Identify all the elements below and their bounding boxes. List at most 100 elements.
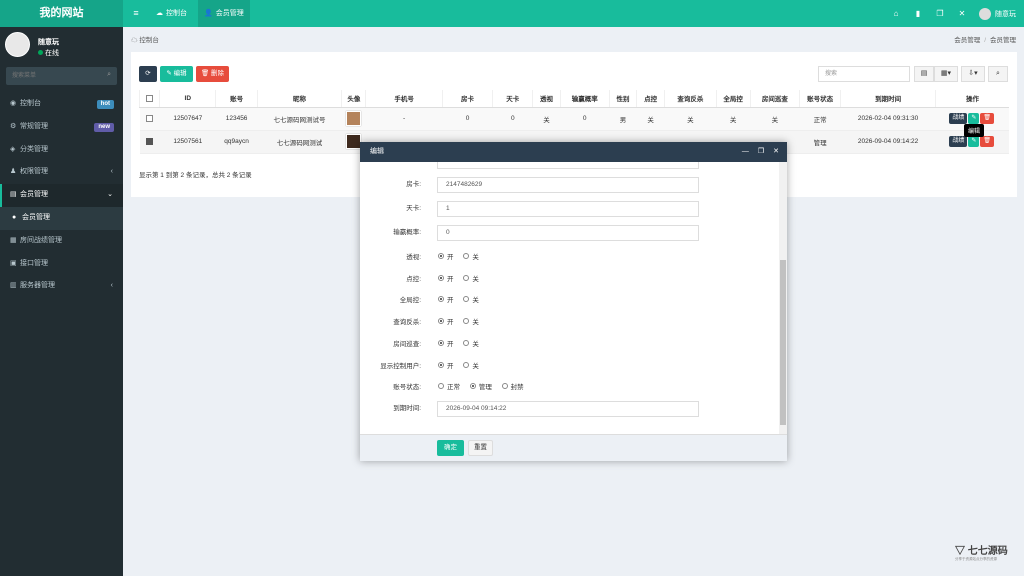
radio-option-on[interactable]: 开 <box>438 253 454 261</box>
minimize-icon[interactable]: — <box>742 142 749 162</box>
avatar[interactable] <box>346 111 362 126</box>
radio-option-off[interactable]: 关 <box>463 362 479 370</box>
radio-button[interactable] <box>438 362 444 369</box>
radio-option-admin[interactable]: 管理 <box>469 383 492 391</box>
win-rate-input[interactable]: 0 <box>437 225 699 241</box>
column-header[interactable]: 透视 <box>532 90 561 108</box>
row-checkbox[interactable] <box>146 114 154 122</box>
sidebar-item-room-records[interactable]: ▦ 房间战绩管理 <box>0 230 123 253</box>
advanced-search-button[interactable]: ⌕ <box>988 66 1008 82</box>
column-header[interactable]: ID <box>159 90 216 108</box>
room-card-input[interactable]: 2147482629 <box>437 177 699 193</box>
column-header[interactable]: 昵称 <box>256 90 342 108</box>
confirm-button[interactable]: 确定 <box>437 440 464 456</box>
sidebar-search-input[interactable] <box>6 67 96 85</box>
column-header[interactable]: 点控 <box>636 90 665 108</box>
column-header[interactable]: 头像 <box>341 90 366 108</box>
radio-option-banned[interactable]: 封禁 <box>501 383 524 391</box>
column-header[interactable]: 账号状态 <box>799 90 841 108</box>
sidebar-item-member-manage[interactable]: ● 会员管理 <box>0 206 123 230</box>
maximize-icon[interactable]: ❐ <box>758 142 764 162</box>
column-header[interactable]: 到期时间 <box>840 90 936 108</box>
edit-row-button[interactable]: ✎ <box>968 113 980 124</box>
radio-button[interactable] <box>438 340 444 347</box>
column-header[interactable]: 天卡 <box>492 90 533 108</box>
toggle-view-button[interactable]: ▤ <box>914 66 934 82</box>
sidebar-item-category[interactable]: ◈ 分类管理 <box>0 139 123 162</box>
delete-row-button[interactable]: 🗑 <box>980 113 995 124</box>
dialog-scrollbar[interactable] <box>779 162 787 434</box>
export-dropdown-button[interactable]: ⇩▾ <box>961 66 985 82</box>
delete-button[interactable]: 🗑 删除 <box>196 66 229 82</box>
radio-option-on[interactable]: 开 <box>438 340 454 348</box>
radio-option-on[interactable]: 开 <box>438 275 454 283</box>
select-all-checkbox[interactable] <box>146 94 154 102</box>
stats-button[interactable]: 战绩 <box>949 136 968 147</box>
edit-row-button[interactable]: ✎ <box>968 136 980 147</box>
radio-option-on[interactable]: 开 <box>438 318 454 326</box>
radio-button[interactable] <box>463 318 470 325</box>
radio-button[interactable] <box>463 253 470 260</box>
copy-icon[interactable]: ❐ <box>934 9 946 18</box>
breadcrumb-item[interactable]: 控制台 <box>139 37 159 44</box>
sidebar-item-api[interactable]: ▣ 接口管理 <box>0 253 123 276</box>
radio-button[interactable] <box>469 383 476 390</box>
radio-button[interactable] <box>438 275 444 282</box>
radio-button[interactable] <box>438 318 444 325</box>
select-all-header[interactable] <box>138 90 160 108</box>
radio-button[interactable] <box>438 383 444 390</box>
radio-option-off[interactable]: 关 <box>463 318 479 326</box>
row-select-cell[interactable] <box>139 130 160 154</box>
radio-button[interactable] <box>501 383 508 390</box>
delete-row-button[interactable]: 🗑 <box>980 136 995 147</box>
home-icon[interactable]: ⌂ <box>890 9 902 18</box>
column-header[interactable]: 全局控 <box>715 90 751 108</box>
column-header[interactable]: 房间巡查 <box>749 90 800 108</box>
column-header[interactable]: 手机号 <box>365 90 443 108</box>
top-user-menu[interactable]: 随意玩 <box>979 0 1016 27</box>
row-checkbox[interactable] <box>146 137 154 145</box>
radio-option-on[interactable]: 开 <box>438 296 454 304</box>
edit-button[interactable]: ✎ 编辑 <box>160 66 193 82</box>
table-row[interactable]: 12507647 123456 七七源码网测试号 - 0 0 关 0 男 关 关… <box>139 107 1009 131</box>
radio-button[interactable] <box>463 340 470 347</box>
radio-option-off[interactable]: 关 <box>463 340 479 348</box>
column-header[interactable]: 账号 <box>215 90 258 108</box>
column-header[interactable]: 查询反杀 <box>664 90 717 108</box>
stats-button[interactable]: 战绩 <box>949 113 968 124</box>
table-search-input[interactable]: 搜索 <box>818 66 910 82</box>
tab-members[interactable]: 👤 会员管理 <box>198 0 250 27</box>
radio-button[interactable] <box>463 362 470 369</box>
sidebar-item-permission[interactable]: ♟ 权限管理 ‹ <box>0 161 123 184</box>
sidebar-item-server[interactable]: ▥ 服务器管理 ‹ <box>0 275 123 298</box>
radio-button[interactable] <box>438 253 444 260</box>
day-card-input[interactable]: 1 <box>437 201 699 217</box>
sidebar-item-general[interactable]: ⚙ 常规管理 new <box>0 116 123 139</box>
expire-datetime-input[interactable]: 2026-09-04 09:14:22 <box>437 401 699 417</box>
radio-option-normal[interactable]: 正常 <box>438 383 460 391</box>
column-header[interactable]: 性别 <box>608 90 637 108</box>
site-logo[interactable]: 我的网站 <box>0 0 123 27</box>
column-header[interactable]: 输赢概率 <box>559 90 610 108</box>
search-icon[interactable]: ⌕ <box>107 71 111 79</box>
radio-option-off[interactable]: 关 <box>463 275 479 283</box>
radio-option-off[interactable]: 关 <box>463 296 479 304</box>
tab-dashboard[interactable]: ☁ 控制台 <box>150 0 193 27</box>
column-header[interactable]: 操作 <box>934 90 1009 108</box>
columns-dropdown-button[interactable]: ▦▾ <box>934 66 958 82</box>
radio-option-off[interactable]: 关 <box>463 253 479 261</box>
reset-button[interactable]: 重置 <box>468 440 493 456</box>
radio-button[interactable] <box>438 296 444 303</box>
sidebar-item-dashboard[interactable]: ◉ 控制台 hot <box>0 93 123 116</box>
dialog-header[interactable]: 编辑 — ❐ ✕ <box>360 142 787 162</box>
row-select-cell[interactable] <box>139 107 160 131</box>
expand-icon[interactable]: ✕ <box>956 9 968 18</box>
scrollbar-thumb[interactable] <box>780 260 786 425</box>
menu-toggle-icon[interactable]: ≡ <box>130 0 142 27</box>
refresh-button[interactable]: ⟳ <box>139 66 157 82</box>
radio-button[interactable] <box>463 296 470 303</box>
close-icon[interactable]: ✕ <box>773 142 779 162</box>
sidebar-item-members[interactable]: ▤ 会员管理 ⌄ <box>0 184 123 207</box>
breadcrumb-item[interactable]: 会员管理 <box>954 37 980 44</box>
trash-icon[interactable]: ▮ <box>912 9 924 18</box>
